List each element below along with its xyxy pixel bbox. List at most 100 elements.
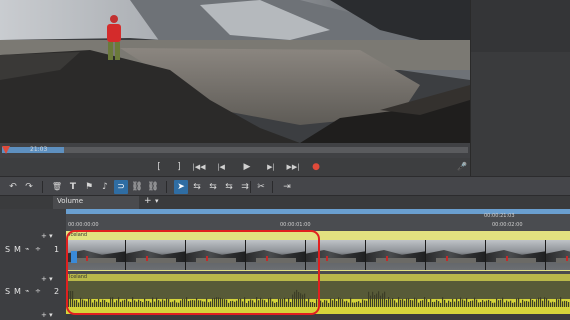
track-2-solo-button[interactable]: S xyxy=(5,287,10,296)
waveform-bar xyxy=(400,299,402,307)
waveform-bar xyxy=(536,299,538,307)
waveform-bar xyxy=(362,299,364,307)
step-back-button[interactable]: |◀ xyxy=(214,160,228,174)
track-2-expand-icon[interactable]: + ▾ xyxy=(41,275,53,283)
link-icon[interactable]: ⛓ xyxy=(130,180,144,194)
waveform-bar xyxy=(498,300,500,307)
track-2-audio-icon[interactable]: ⌁ xyxy=(25,287,29,295)
track-1-expand-icon[interactable]: + ▾ xyxy=(41,232,53,240)
waveform-bar xyxy=(348,302,350,307)
scrubber-track[interactable] xyxy=(2,147,468,153)
ruler-tick-0: 00:00:00:00 xyxy=(68,222,99,228)
mark-in-button[interactable]: [ xyxy=(152,160,166,174)
waveform-bar xyxy=(504,302,506,307)
waveform-bar xyxy=(390,299,392,307)
track-1-audio-icon[interactable]: ⌁ xyxy=(25,245,29,253)
slide-icon[interactable]: ⇆ xyxy=(222,180,236,194)
waveform-bar xyxy=(462,299,464,307)
snap-icon[interactable]: ⊃ xyxy=(114,180,128,194)
waveform-bar xyxy=(538,297,540,307)
ripple-icon[interactable]: ⇆ xyxy=(190,180,204,194)
track-1-lock-icon[interactable]: ÷ xyxy=(35,245,41,253)
track-1-number: 1 xyxy=(54,245,60,254)
waveform-bar xyxy=(478,302,480,307)
playback-scrubber[interactable]: 21:03 xyxy=(0,143,470,158)
track-1-solo-button[interactable]: S xyxy=(5,245,10,254)
waveform-bar xyxy=(524,301,526,307)
waveform-bar xyxy=(556,298,558,307)
waveform-bar xyxy=(438,301,440,307)
waveform-bar xyxy=(344,301,346,307)
waveform-bar xyxy=(428,302,430,307)
waveform-bar xyxy=(408,298,410,307)
microphone-icon[interactable]: 🎤 xyxy=(455,160,469,174)
waveform-bar xyxy=(474,297,476,307)
insert-icon[interactable]: ⇥ xyxy=(280,180,294,194)
waveform-bar xyxy=(486,300,488,307)
audio-icon[interactable]: ♪ xyxy=(98,180,112,194)
waveform-bar xyxy=(354,302,356,307)
mark-out-button[interactable]: ] xyxy=(172,160,186,174)
waveform-bar xyxy=(568,302,570,307)
timeline-toolbar: ↶ ↷ 🗑 T ⚑ ♪ ⊃ ⛓ ⛓ ➤ ⇆ ⇆ ⇆ ⇉ ✂ ⇥ xyxy=(0,176,570,196)
undo-icon[interactable]: ↶ xyxy=(6,180,20,194)
waveform-bar xyxy=(540,297,542,307)
timeline-ruler[interactable]: 00:00:00:00 00:00:01:00 00:00:21:03 00:0… xyxy=(66,209,570,231)
waveform-bar xyxy=(424,297,426,307)
thumbnail xyxy=(366,240,426,270)
waveform-bar xyxy=(490,301,492,307)
title-icon[interactable]: T xyxy=(66,180,80,194)
waveform-bar xyxy=(500,299,502,307)
waveform-bar xyxy=(396,302,398,307)
waveform-bar xyxy=(448,300,450,307)
waveform-bar xyxy=(358,301,360,307)
waveform-bar xyxy=(342,299,344,307)
track-3-expand-icon[interactable]: + ▾ xyxy=(41,311,53,319)
go-to-start-button[interactable]: |◀◀ xyxy=(192,160,206,174)
waveform-bar xyxy=(560,297,562,307)
waveform-bar xyxy=(502,297,504,307)
waveform-bar xyxy=(384,291,386,307)
ruler-playhead-time: 00:00:21:03 xyxy=(484,213,515,219)
toolbar-divider xyxy=(250,181,251,193)
cut-icon[interactable]: ✂ xyxy=(254,180,268,194)
step-forward-button[interactable]: ▶| xyxy=(264,160,278,174)
waveform-bar xyxy=(394,300,396,307)
waveform-bar xyxy=(410,299,412,307)
slip-icon[interactable]: ⇆ xyxy=(206,180,220,194)
track-headers: + ▾ S M ⌁ ÷ 1 + ▾ S M ⌁ ÷ 2 + ▾ xyxy=(0,209,66,320)
add-tab-button[interactable]: + xyxy=(144,196,152,206)
unlink-icon[interactable]: ⛓ xyxy=(146,180,160,194)
waveform-bar xyxy=(494,302,496,307)
pointer-icon[interactable]: ➤ xyxy=(174,180,188,194)
track-2-lock-icon[interactable]: ÷ xyxy=(35,287,41,295)
delete-icon[interactable]: 🗑 xyxy=(50,180,64,194)
redo-icon[interactable]: ↷ xyxy=(22,180,36,194)
toolbar-divider xyxy=(272,181,273,193)
waveform-bar xyxy=(454,301,456,307)
waveform-bar xyxy=(522,299,524,307)
go-to-end-button[interactable]: ▶▶| xyxy=(286,160,300,174)
play-button[interactable]: ▶ xyxy=(240,160,254,174)
waveform-bar xyxy=(388,297,390,307)
track-1-mute-button[interactable]: M xyxy=(14,245,21,254)
waveform-bar xyxy=(468,301,470,307)
waveform-bar xyxy=(470,300,472,307)
tab-volume-label: Volume xyxy=(57,197,84,205)
waveform-bar xyxy=(404,300,406,307)
waveform-bar xyxy=(532,300,534,307)
track-2-mute-button[interactable]: M xyxy=(14,287,21,296)
waveform-bar xyxy=(336,300,338,307)
waveform-bar xyxy=(510,300,512,307)
marker-icon[interactable]: ⚑ xyxy=(82,180,96,194)
waveform-bar xyxy=(480,302,482,307)
waveform-bar xyxy=(520,302,522,307)
record-button[interactable]: ● xyxy=(309,160,323,174)
waveform-bar xyxy=(418,302,420,307)
waveform-bar xyxy=(508,301,510,307)
waveform-bar xyxy=(442,297,444,307)
waveform-bar xyxy=(392,298,394,307)
chevron-down-icon[interactable]: ▾ xyxy=(155,197,159,205)
playhead-marker[interactable] xyxy=(2,146,10,154)
waveform-bar xyxy=(542,300,544,307)
